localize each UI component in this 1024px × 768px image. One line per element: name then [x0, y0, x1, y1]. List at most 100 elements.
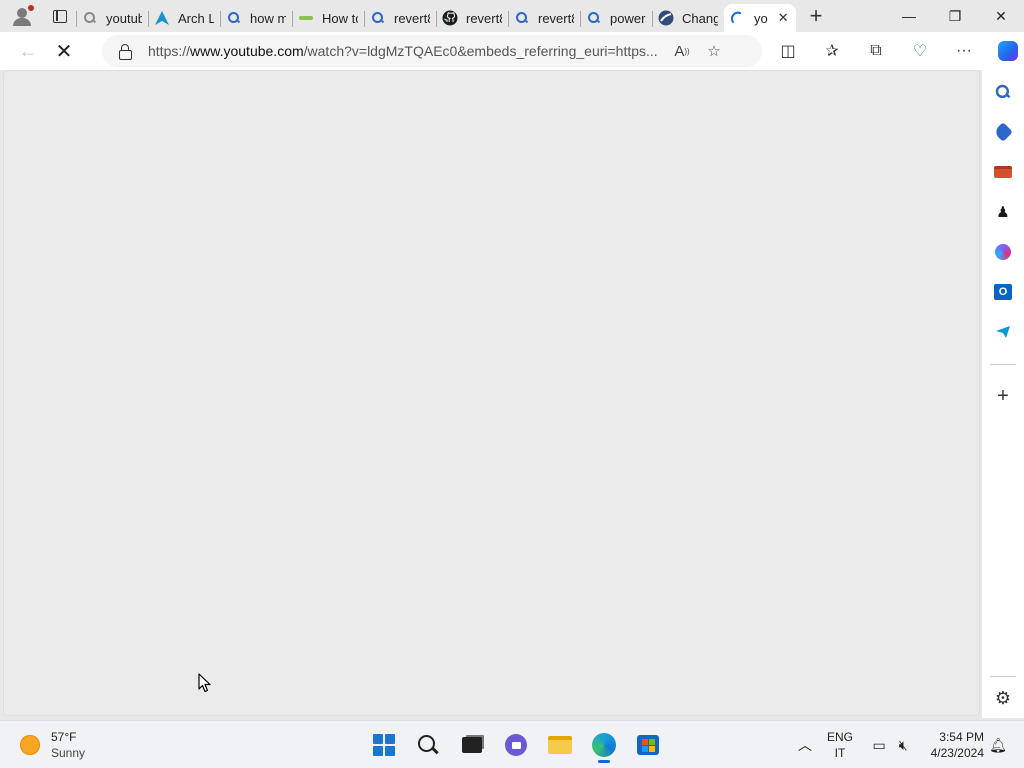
taskbar-search-button[interactable] [406, 727, 450, 763]
tab-arch-linux[interactable]: Arch Li [148, 4, 220, 32]
tab-separator [148, 11, 149, 27]
stop-loading-button[interactable]: ✕ [46, 35, 82, 67]
task-view-button[interactable] [450, 727, 494, 763]
tab-youtube-active[interactable]: yo ✕ [724, 4, 796, 32]
sidebar-settings-icon[interactable]: ⚙ [982, 683, 1024, 713]
tab-change[interactable]: Change [652, 4, 724, 32]
language-primary: ENG [826, 730, 853, 744]
edge-icon [592, 733, 616, 757]
system-tray-icons[interactable]: ▭ 🔇︎ [866, 721, 914, 768]
close-window-button[interactable]: ✕ [978, 0, 1024, 32]
tab-github-revert[interactable]: revert8 [436, 4, 508, 32]
tab-how-m[interactable]: how m [220, 4, 292, 32]
taskbar-apps [362, 727, 670, 763]
tab-label: how m [250, 10, 286, 26]
weather-widget[interactable]: 57°F Sunny [20, 729, 85, 761]
tab-revert-2[interactable]: revert8 [508, 4, 580, 32]
minimize-button[interactable]: — [886, 0, 932, 32]
teams-chat-button[interactable] [494, 727, 538, 763]
tab-youtube-search[interactable]: youtub [76, 4, 148, 32]
weather-temperature: 57°F [51, 730, 77, 744]
clock-time: 3:54 PM [939, 730, 984, 744]
language-secondary: IT [834, 746, 846, 760]
notification-dot-icon [28, 5, 34, 11]
tab-separator [508, 11, 509, 27]
collections-icon[interactable]: ⧉ [854, 35, 898, 67]
drop-send-icon[interactable] [982, 317, 1024, 347]
close-tab-icon[interactable]: ✕ [778, 10, 789, 26]
tab-separator [76, 11, 77, 27]
add-sidebar-app-button[interactable]: + [982, 381, 1024, 411]
tab-separator [580, 11, 581, 27]
green-dash-icon [298, 10, 314, 26]
clock[interactable]: 3:54 PM 4/23/2024 [922, 721, 984, 768]
favorites-icon[interactable]: ✰ [810, 35, 854, 67]
active-app-indicator [598, 760, 610, 763]
lock-icon[interactable] [118, 44, 132, 60]
notifications-icon[interactable]: 🔔︎ [988, 721, 1008, 768]
tab-separator [220, 11, 221, 27]
tab-label: youtub [106, 10, 142, 26]
address-bar[interactable]: https://www.youtube.com/watch?v=ldgMzTQA… [102, 35, 762, 67]
search-icon[interactable] [982, 77, 1024, 107]
restore-button[interactable]: ❐ [932, 0, 978, 32]
windows-logo-icon [373, 734, 395, 756]
tab-separator [364, 11, 365, 27]
search-icon [226, 10, 242, 26]
edge-taskbar-button[interactable] [582, 727, 626, 763]
task-view-icon [462, 737, 482, 753]
start-button[interactable] [362, 727, 406, 763]
profile-icon[interactable] [0, 0, 44, 32]
microsoft-store-button[interactable] [626, 727, 670, 763]
tab-separator [292, 11, 293, 27]
outlook-icon[interactable]: O [982, 277, 1024, 307]
file-explorer-button[interactable] [538, 727, 582, 763]
back-button[interactable]: ← [10, 35, 46, 67]
tab-powers[interactable]: powers [580, 4, 652, 32]
shopping-tag-icon[interactable] [982, 117, 1024, 147]
games-icon[interactable]: ♟ [982, 197, 1024, 227]
globe-icon [658, 10, 674, 26]
windows-taskbar: 57°F Sunny ︿ ENG IT ▭ 🔇︎ 3:54 PM 4/23/20… [0, 720, 1024, 768]
tab-label: yo [754, 10, 768, 26]
read-aloud-icon[interactable]: A)) [666, 35, 698, 67]
tab-separator [436, 11, 437, 27]
loading-spinner-icon [730, 10, 746, 26]
microsoft-365-icon[interactable] [982, 237, 1024, 267]
tools-briefcase-icon[interactable] [982, 157, 1024, 187]
copilot-icon[interactable] [986, 35, 1024, 67]
input-language-indicator[interactable]: ENG IT [826, 721, 854, 768]
search-icon [82, 10, 98, 26]
network-icon: ▭ [872, 736, 886, 753]
tab-label: How to [322, 10, 358, 26]
more-menu-icon[interactable]: ··· [942, 35, 986, 67]
tab-actions-icon[interactable] [44, 0, 76, 32]
url-text[interactable]: https://www.youtube.com/watch?v=ldgMzTQA… [148, 43, 658, 59]
store-icon [637, 735, 659, 755]
weather-condition: Sunny [51, 746, 86, 760]
show-hidden-icons-button[interactable]: ︿ [796, 721, 814, 768]
tab-label: revert8 [538, 10, 574, 26]
chat-icon [505, 734, 527, 756]
tab-revert-1[interactable]: revert8 [364, 4, 436, 32]
toolbar-actions: ◫ ✰ ⧉ ♡ ··· [766, 35, 1024, 67]
tab-label: Arch Li [178, 10, 214, 26]
page-content-area[interactable] [3, 70, 980, 716]
clock-date: 4/23/2024 [930, 746, 984, 760]
tab-strip: youtub Arch Li how m How to revert8 reve… [0, 0, 1024, 32]
search-icon [418, 735, 438, 755]
tab-label: revert8 [466, 10, 502, 26]
split-screen-icon[interactable]: ◫ [766, 35, 810, 67]
folder-icon [548, 736, 572, 754]
browser-toolbar: ← ✕ https://www.youtube.com/watch?v=ldgM… [0, 32, 1024, 70]
browser-essentials-icon[interactable]: ♡ [898, 35, 942, 67]
github-icon [442, 10, 458, 26]
search-icon [514, 10, 530, 26]
new-tab-button[interactable]: + [796, 0, 836, 32]
search-icon [370, 10, 386, 26]
edge-sidebar: ♟ O + ⚙ [982, 70, 1024, 718]
favorite-star-icon[interactable]: ☆ [698, 35, 730, 67]
mouse-cursor-icon [198, 673, 211, 693]
sun-icon [20, 735, 40, 755]
tab-how-to[interactable]: How to [292, 4, 364, 32]
